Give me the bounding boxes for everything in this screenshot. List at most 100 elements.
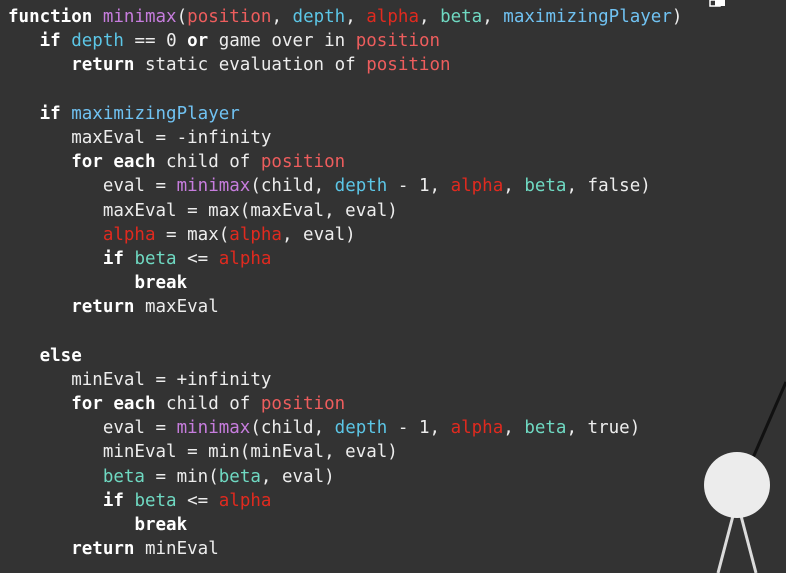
code-token: maxEval: [134, 297, 219, 318]
code-token: return: [71, 55, 135, 76]
tree-edge-upper: [750, 381, 786, 461]
code-line: eval = minimax(child, depth - 1, alpha , …: [8, 416, 682, 440]
code-token: function: [8, 7, 93, 27]
code-token: ): [671, 7, 683, 27]
code-token: minimax: [176, 176, 251, 197]
code-token: if: [102, 248, 124, 269]
code-token: maximizingPlayer: [71, 103, 240, 124]
code-token: - 1,: [387, 176, 451, 197]
code-token: - 1,: [387, 418, 451, 439]
code-token: minimax: [102, 7, 177, 27]
code-token: else: [39, 345, 82, 366]
code-token: (: [176, 7, 188, 27]
code-token: beta: [102, 466, 145, 487]
code-line: return static evaluation of position: [8, 53, 682, 77]
code-line: maxEval = max(maxEval, eval): [8, 199, 682, 223]
circle-node-icon: [704, 452, 770, 518]
code-token: alpha: [229, 224, 282, 245]
code-token: minEval = min(minEval, eval): [102, 442, 398, 463]
code-token: if: [102, 490, 124, 511]
code-line: for each child of position: [8, 150, 682, 174]
code-token: alpha: [450, 418, 504, 439]
code-line: minEval = +infinity: [8, 368, 682, 392]
code-token: return: [71, 297, 135, 318]
code-token: position: [366, 55, 451, 76]
code-line: break: [8, 513, 682, 537]
code-token: game over in: [208, 31, 356, 52]
code-token: , true): [566, 418, 641, 439]
code-token: <=: [176, 490, 219, 511]
code-line: maxEval = -infinity: [8, 126, 682, 150]
code-line: if maximizingPlayer: [8, 102, 682, 126]
code-token: , eval): [281, 224, 356, 245]
code-token: position: [260, 152, 346, 173]
code-token: maxEval = max(maxEval, eval): [102, 200, 398, 221]
code-token: beta: [134, 248, 177, 269]
code-token: alpha: [218, 248, 272, 269]
code-token: maxEval = -infinity: [71, 127, 272, 148]
code-line: if depth == 0 or game over in position: [8, 29, 682, 53]
code-token: or: [187, 31, 209, 52]
code-token: child of: [155, 394, 261, 414]
code-token: ,: [482, 7, 504, 27]
code-line: function minimax(position, depth, alpha,…: [8, 5, 682, 29]
code-token: position: [260, 394, 346, 414]
code-line: else: [8, 344, 682, 368]
code-token: break: [134, 273, 188, 294]
code-token: alpha: [366, 7, 419, 27]
code-token: position: [355, 31, 441, 52]
code-token: (child,: [250, 418, 335, 439]
code-token: , eval): [260, 466, 335, 487]
tree-edge-left: [716, 511, 736, 573]
code-token: depth: [71, 31, 124, 52]
code-token: depth: [334, 418, 388, 439]
code-line: for each child of position: [8, 392, 682, 416]
code-token: static evaluation of: [134, 55, 367, 76]
code-token: ,: [418, 7, 441, 27]
code-token: minEval = +infinity: [71, 369, 272, 390]
code-line: minEval = min(minEval, eval): [8, 440, 682, 464]
code-token: depth: [334, 176, 388, 197]
code-token: beta: [524, 176, 567, 197]
code-line: break: [8, 271, 682, 295]
code-line: alpha = max(alpha, eval): [8, 223, 682, 247]
code-token: = max(: [155, 224, 230, 245]
code-token: depth: [292, 7, 346, 27]
code-token: if: [39, 103, 61, 124]
code-token: for each: [71, 394, 156, 414]
code-token: maximizingPlayer: [503, 7, 672, 27]
copy-icon[interactable]: [706, 0, 730, 8]
code-token: for each: [71, 152, 156, 173]
code-token: return: [71, 539, 135, 560]
code-token: child of: [155, 152, 261, 173]
code-token: == 0: [123, 31, 188, 52]
code-token: eval =: [102, 176, 177, 197]
code-line: return maxEval: [8, 295, 682, 319]
code-token: alpha: [102, 224, 156, 245]
code-token: position: [187, 7, 272, 27]
code-token: alpha: [450, 176, 504, 197]
code-line: eval = minimax(child, depth - 1, alpha , …: [8, 174, 682, 198]
tree-edge-right: [738, 511, 758, 573]
code-token: ,: [503, 418, 525, 439]
code-token: ,: [503, 176, 525, 197]
code-token: eval =: [102, 418, 177, 439]
